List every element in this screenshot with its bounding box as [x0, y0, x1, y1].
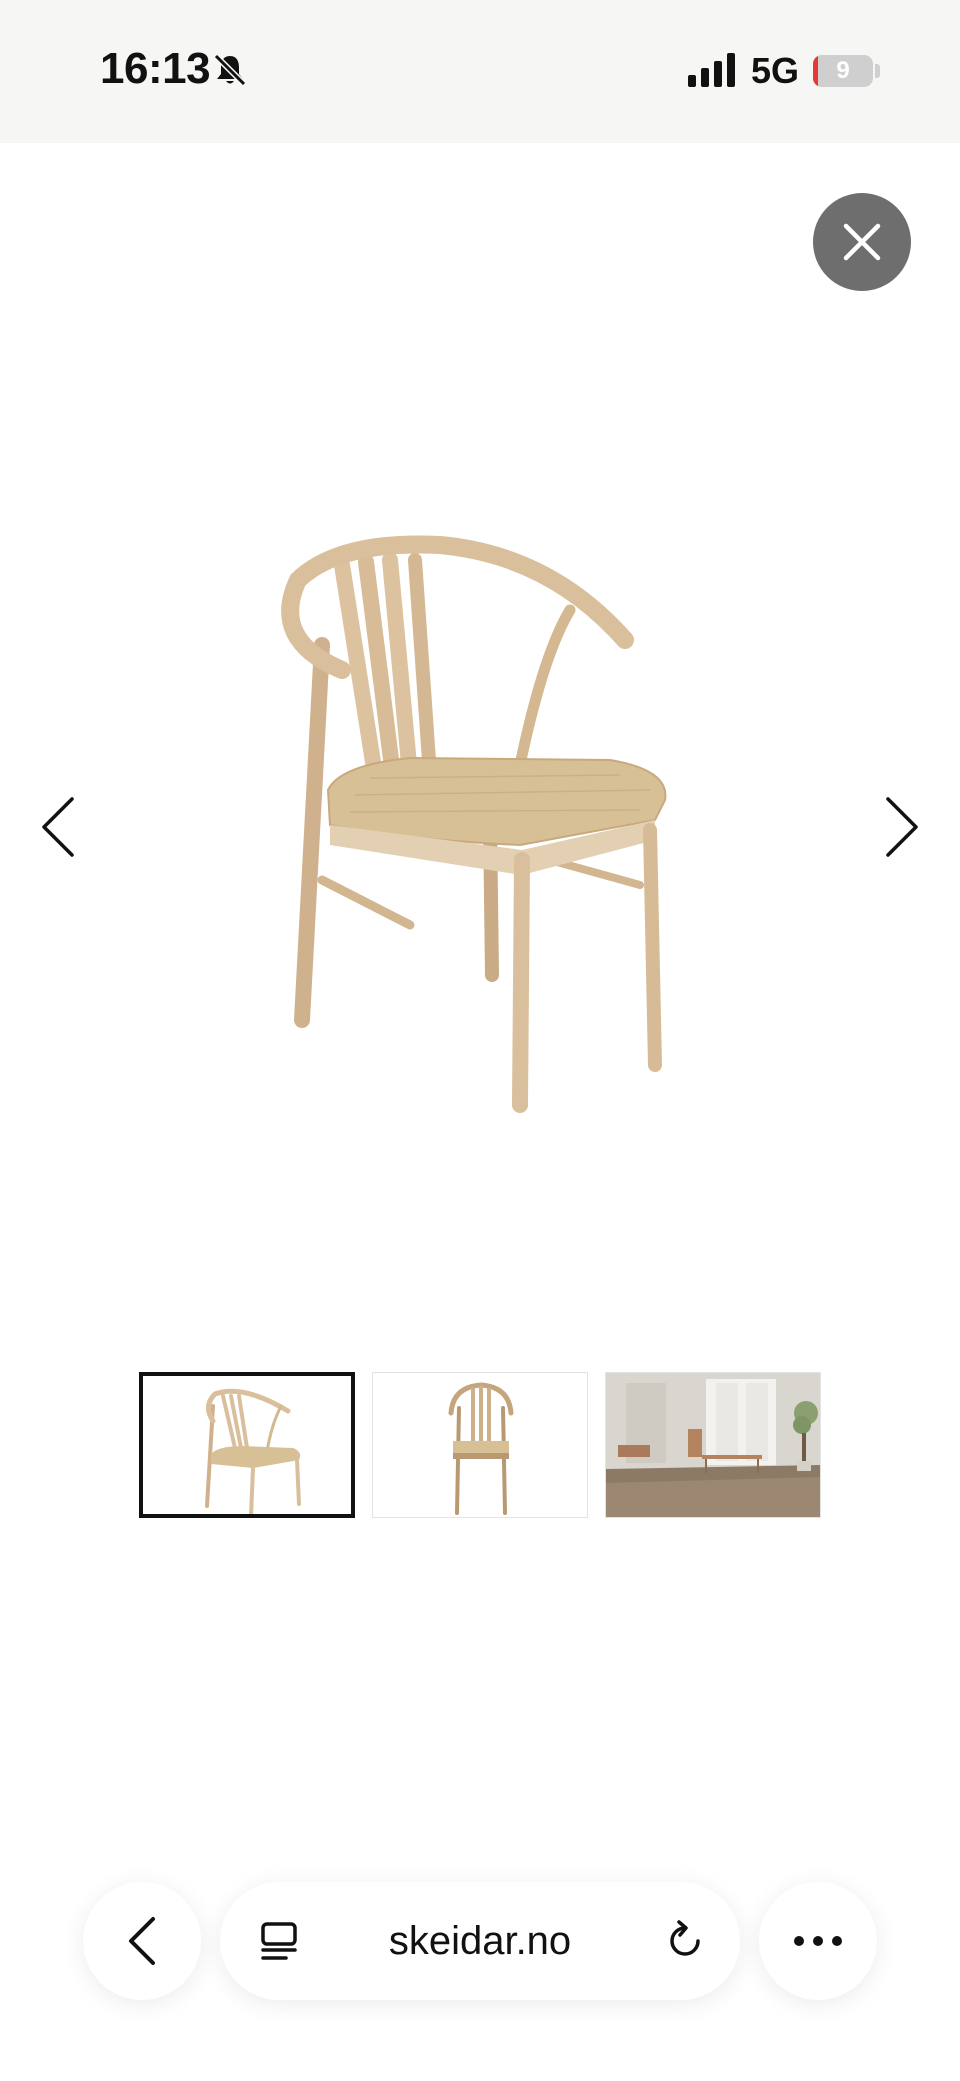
battery-percent: 9: [836, 57, 850, 84]
cellular-signal-icon: [688, 53, 735, 87]
browser-toolbar: skeidar.no: [0, 1860, 960, 2081]
thumbnail-chair-angle[interactable]: [139, 1372, 355, 1518]
bell-muted-icon: [213, 53, 247, 87]
chair-front-thumbnail-image: [448, 1382, 514, 1515]
previous-image-button[interactable]: [38, 795, 78, 859]
close-button[interactable]: [813, 193, 911, 291]
address-bar[interactable]: skeidar.no: [220, 1882, 740, 2000]
more-button[interactable]: [759, 1882, 877, 2000]
status-bar: 16:13 5G 9: [0, 0, 960, 143]
thumbnail-strip: [139, 1372, 821, 1518]
status-time: 16:13: [100, 44, 211, 93]
room-scene-thumbnail-image: [606, 1373, 820, 1517]
battery-tip: [875, 64, 880, 78]
back-button[interactable]: [83, 1882, 201, 2000]
chair-angle-thumbnail-image: [205, 1388, 301, 1514]
battery-icon: 9: [813, 55, 873, 87]
next-image-button[interactable]: [882, 795, 922, 859]
reload-icon[interactable]: [662, 1918, 708, 1964]
product-image: [281, 535, 667, 1113]
thumbnail-room-scene[interactable]: [605, 1372, 821, 1518]
url-text: skeidar.no: [388, 1919, 572, 1963]
more-icon: [794, 1936, 842, 1946]
thumbnail-chair-front[interactable]: [372, 1372, 588, 1518]
tabs-icon[interactable]: [258, 1920, 300, 1962]
chevron-left-icon: [129, 1917, 155, 1965]
close-icon: [843, 223, 881, 261]
network-type: 5G: [751, 50, 800, 91]
